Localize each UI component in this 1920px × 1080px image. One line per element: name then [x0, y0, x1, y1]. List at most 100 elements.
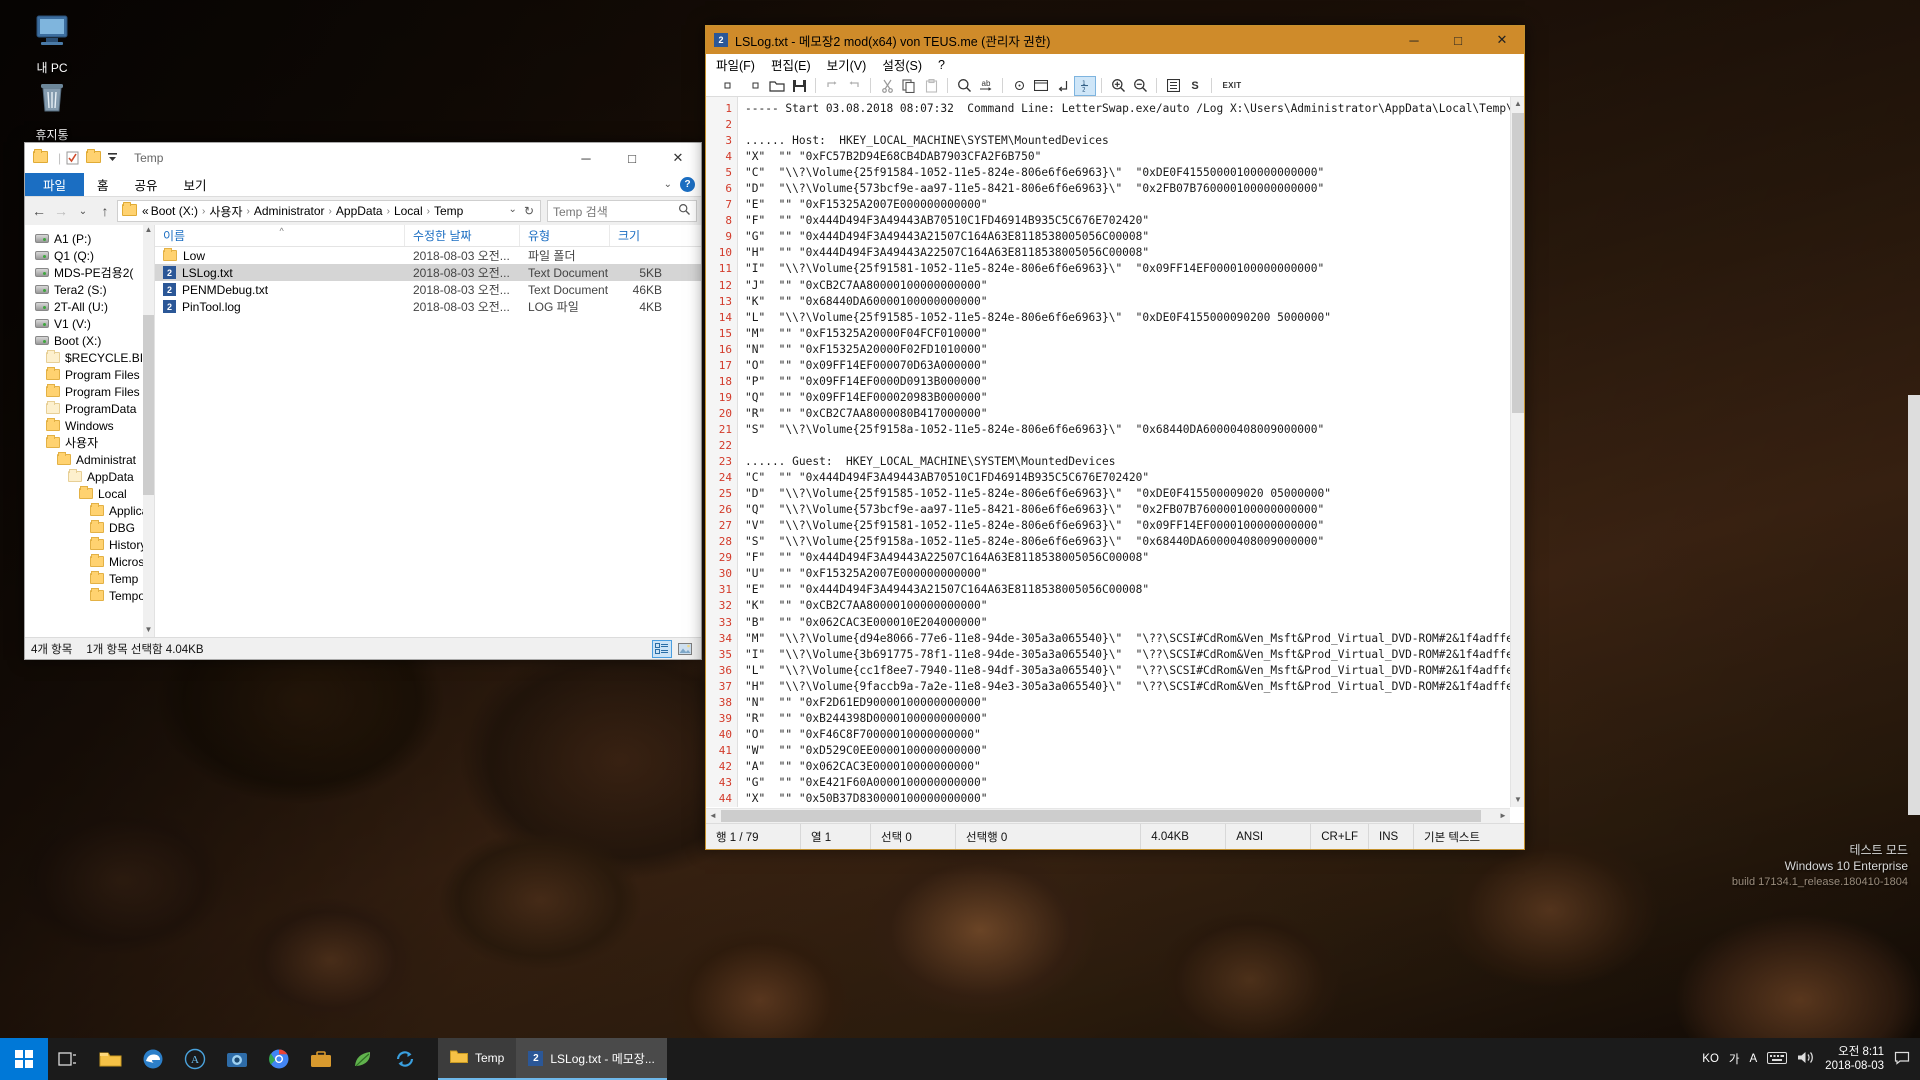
ribbon-tab-view[interactable]: 보기 [171, 173, 220, 196]
help-icon[interactable]: ? [680, 177, 695, 192]
tree-item[interactable]: Applica [25, 502, 154, 519]
code-line[interactable]: "D" "\\?\Volume{25f91585-1052-11e5-824e-… [745, 486, 1524, 502]
code-line[interactable]: "G" "" "0xE421F60A0000100000000000" [745, 775, 1524, 791]
scroll-down-arrow-icon[interactable]: ▼ [143, 625, 154, 637]
tree-item[interactable]: Tera2 (S:) [25, 281, 154, 298]
toggle-eol-icon[interactable] [1008, 76, 1030, 96]
code-line[interactable]: "Q" "\\?\Volume{573bcf9e-aa97-11e5-8421-… [745, 502, 1524, 518]
tree-item[interactable]: Program Files [25, 383, 154, 400]
speaker-icon[interactable] [1797, 1050, 1815, 1068]
code-line[interactable]: "F" "" "0x444D494F3A49443A22507C164A63E8… [745, 550, 1524, 566]
taskbar-item-temp[interactable]: Temp [438, 1038, 517, 1080]
close-button[interactable]: ✕ [1480, 26, 1524, 54]
back-button[interactable]: ← [29, 203, 49, 219]
ribbon-tab-file[interactable]: 파일 [25, 173, 85, 196]
breadcrumb-item-local[interactable]: Local [394, 204, 423, 218]
tray-ime-mode[interactable]: 가 [1729, 1051, 1740, 1067]
code-line[interactable]: "K" "" "0x68440DA60000100000000000" [745, 294, 1524, 310]
tree-item[interactable]: Temp [25, 570, 154, 587]
code-line[interactable]: "D" "\\?\Volume{573bcf9e-aa97-11e5-8421-… [745, 181, 1524, 197]
system-tray[interactable]: KO 가 A 오전 8:11 2018-08-03 [1702, 1045, 1920, 1073]
code-line[interactable]: "K" "" "0xCB2C7AA80000100000000000" [745, 598, 1524, 614]
code-line[interactable]: "O" "" "0xF46C8F70000010000000000" [745, 727, 1524, 743]
code-line[interactable]: "U" "" "0xF15325A2007E000000000000" [745, 566, 1524, 582]
breadcrumb-item-appdata[interactable]: AppData [336, 204, 383, 218]
explorer-address-bar[interactable]: ← → ⌄ ↑ « Boot (X:) › 사용자 › Administrato… [25, 197, 701, 225]
maximize-button[interactable]: □ [609, 143, 655, 173]
briefcase-icon[interactable] [300, 1038, 342, 1080]
search-input[interactable]: Temp 검색 [547, 200, 697, 222]
replace-icon[interactable]: ab [975, 76, 997, 96]
refresh-icon[interactable]: ↻ [524, 204, 534, 218]
notepad2-window[interactable]: 2 LSLog.txt - 메모장2 mod(x64) von TEUS.me … [705, 25, 1525, 850]
edge-icon[interactable] [132, 1038, 174, 1080]
windows-start-icon[interactable] [0, 1038, 48, 1080]
ribbon-tab-home[interactable]: 홈 [84, 173, 122, 196]
tree-item[interactable]: A1 (P:) [25, 230, 154, 247]
scroll-down-arrow-icon[interactable]: ▼ [1511, 793, 1525, 807]
tree-scrollbar-thumb[interactable] [143, 315, 154, 495]
tree-item[interactable]: 사용자 [25, 434, 154, 451]
code-line[interactable]: "P" "" "0x09FF14EF0000D0913B000000" [745, 374, 1524, 390]
editor-vertical-scrollbar[interactable]: ▲ ▼ [1510, 97, 1524, 807]
code-line[interactable]: ...... Host: HKEY_LOCAL_MACHINE\SYSTEM\M… [745, 133, 1524, 149]
open-icon[interactable] [766, 76, 788, 96]
notification-icon[interactable] [1894, 1050, 1910, 1068]
scroll-up-arrow-icon[interactable]: ▲ [143, 225, 154, 237]
tree-item[interactable]: MDS-PE검용2( [25, 264, 154, 281]
chrome-icon[interactable] [258, 1038, 300, 1080]
zoom-out-icon[interactable] [1129, 76, 1151, 96]
taskbar-item-lslog[interactable]: 2 LSLog.txt - 메모장... [516, 1038, 667, 1080]
properties-icon[interactable] [65, 151, 81, 166]
code-line[interactable]: "J" "" "0xCB2C7AA80000100000000000" [745, 278, 1524, 294]
code-line[interactable]: "C" "" "0x444D494F3A49443AB70510C1FD4691… [745, 470, 1524, 486]
minimize-button[interactable]: ─ [1392, 26, 1436, 54]
maximize-button[interactable]: □ [1436, 26, 1480, 54]
code-line[interactable]: ...... Guest: HKEY_LOCAL_MACHINE\SYSTEM\… [745, 454, 1524, 470]
leaf-icon[interactable] [342, 1038, 384, 1080]
ribbon-tab-share[interactable]: 공유 [122, 173, 171, 196]
column-header-type[interactable]: 유형 [520, 225, 610, 246]
code-line[interactable]: "N" "" "0xF15325A20000F02FD1010000" [745, 342, 1524, 358]
desktop-icon-my-pc[interactable]: 내 PC [10, 8, 94, 76]
breadcrumb-item-boot[interactable]: Boot (X:) [151, 204, 198, 218]
save-icon[interactable] [788, 76, 810, 96]
forward-button[interactable]: → [51, 203, 71, 219]
code-line[interactable]: "G" "" "0x444D494F3A49443A21507C164A63E8… [745, 229, 1524, 245]
breadcrumb-overflow[interactable]: « [142, 204, 149, 218]
code-line[interactable]: "H" "\\?\Volume{9faccb9a-7a2e-11e8-94e3-… [745, 679, 1524, 695]
vertical-scrollbar-thumb[interactable] [1512, 113, 1524, 413]
menu-help[interactable]: ? [938, 58, 945, 72]
code-line[interactable]: "W" "" "0xD529C0EE0000100000000000" [745, 743, 1524, 759]
chevron-down-icon[interactable]: ⌄ [664, 179, 672, 190]
code-line[interactable]: "L" "\\?\Volume{cc1f8ee7-7940-11e8-94df-… [745, 663, 1524, 679]
tree-item[interactable]: AppData [25, 468, 154, 485]
code-line[interactable]: "X" "" "0xFC57B2D94E68CB4DAB7903CFA2F6B7… [745, 149, 1524, 165]
code-line[interactable]: "H" "" "0x444D494F3A49443A22507C164A63E8… [745, 245, 1524, 261]
tree-item[interactable]: V1 (V:) [25, 315, 154, 332]
close-button[interactable]: ✕ [655, 143, 701, 173]
tree-item[interactable]: DBG [25, 519, 154, 536]
paste-icon[interactable] [920, 76, 942, 96]
table-row[interactable]: 2 LSLog.txt 2018-08-03 오전... Text Document 5… [155, 264, 701, 281]
details-view-icon[interactable] [652, 639, 672, 658]
table-row[interactable]: Low 2018-08-03 오전... 파일 폴더 [155, 247, 701, 264]
code-line[interactable]: "V" "\\?\Volume{25f91581-1052-11e5-824e-… [745, 518, 1524, 534]
code-line[interactable]: "M" "" "0xF15325A20000F04FCF010000" [745, 326, 1524, 342]
notepad-window-controls[interactable]: ─ □ ✕ [1392, 26, 1524, 54]
code-line[interactable]: "S" "\\?\Volume{25f9158a-1052-11e5-824e-… [745, 534, 1524, 550]
tree-item[interactable]: ProgramData [25, 400, 154, 417]
scroll-left-arrow-icon[interactable]: ◄ [706, 809, 720, 822]
scroll-right-arrow-icon[interactable]: ► [1496, 809, 1510, 822]
taskbar-clock[interactable]: 오전 8:11 2018-08-03 [1825, 1045, 1884, 1073]
antivirus-icon[interactable]: A [174, 1038, 216, 1080]
always-on-top-icon[interactable] [1162, 76, 1184, 96]
code-line[interactable]: "M" "\\?\Volume{d94e8066-77e6-11e8-94de-… [745, 631, 1524, 647]
new-small-icon[interactable] [716, 76, 738, 96]
recent-locations-button[interactable]: ⌄ [73, 206, 93, 217]
scheme-icon[interactable]: S [1184, 76, 1206, 96]
table-row[interactable]: 2 PENMDebug.txt 2018-08-03 오전... Text Docum… [155, 281, 701, 298]
notepad-toolbar[interactable]: ab 12 S EXIT [706, 75, 1524, 97]
code-line[interactable] [745, 117, 1524, 133]
breadcrumb-item-temp[interactable]: Temp [434, 204, 463, 218]
